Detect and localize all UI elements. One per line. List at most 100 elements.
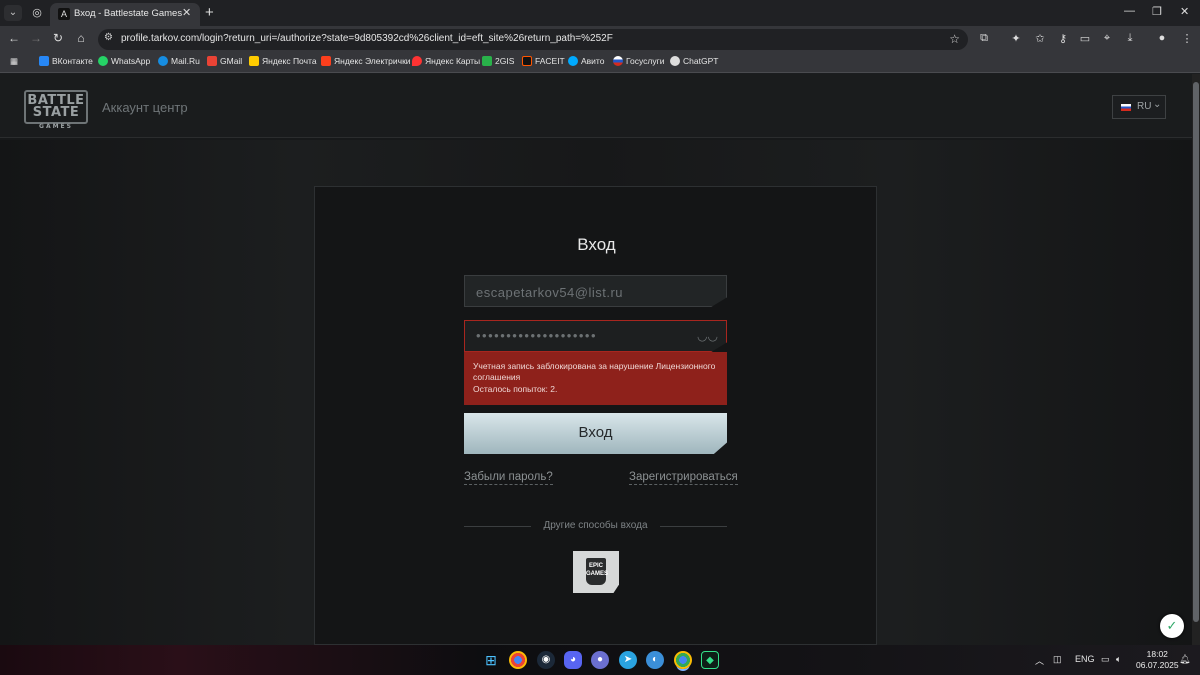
battlestate-logo[interactable]: BATTLE STATE GAMES <box>24 90 88 130</box>
tab-title: Вход - Battlestate Games <box>74 8 183 19</box>
bookmark-gosuslugi[interactable]: Госуслуги <box>613 56 664 66</box>
tab-search-button[interactable]: ⌄ <box>4 5 22 21</box>
email-value: escapetarkov54@list.ru <box>476 285 624 300</box>
windows-start-icon[interactable]: ⊞ <box>482 651 500 669</box>
bookmark-label: GMail <box>220 56 243 66</box>
profile-avatar-icon[interactable]: ● <box>1155 32 1169 44</box>
volume-icon[interactable]: 🔈︎ <box>1116 654 1121 665</box>
star-list-icon[interactable]: ✩ <box>1033 32 1047 45</box>
gmail-icon <box>207 56 217 66</box>
pinned-tab-whatsapp[interactable]: ◎ <box>28 4 46 22</box>
kaspersky-icon[interactable]: ◆ <box>701 651 719 669</box>
bookmark-star-icon[interactable]: ☆ <box>949 32 960 46</box>
gosuslugi-icon <box>613 56 623 66</box>
show-password-icon[interactable]: ◡◡ <box>697 329 718 343</box>
telegram-icon[interactable]: ➤ <box>619 651 637 669</box>
clock-time: 18:02 <box>1146 649 1168 659</box>
clock[interactable]: 18:02 06.07.2025 <box>1136 649 1179 671</box>
language-selector[interactable]: RU ⌄ <box>1112 95 1166 119</box>
whatsapp-icon: ◎ <box>32 7 42 19</box>
avito-icon <box>568 56 578 66</box>
chatgpt-icon <box>670 56 680 66</box>
tray-chevron-icon[interactable]: ︿ <box>1035 654 1044 667</box>
logo-line2: STATE <box>32 105 80 120</box>
error-line-2: соглашения <box>473 372 521 382</box>
keyboard-language[interactable]: ENG <box>1075 654 1095 664</box>
active-tab[interactable]: A Вход - Battlestate Games ✕ <box>50 3 200 26</box>
chrome-active-icon[interactable] <box>674 651 692 669</box>
password-value: •••••••••••••••••••• <box>476 328 598 343</box>
apps-grid-icon[interactable]: ▦ <box>10 56 18 67</box>
bookmark-label: ChatGPT <box>683 56 719 66</box>
bookmark-whatsapp[interactable]: WhatsApp <box>98 56 150 66</box>
browser-tab-strip: ⌄ ◎ A Вход - Battlestate Games ✕ + — ❐ ✕ <box>0 0 1200 26</box>
bookmark-label: 2GIS <box>495 56 515 66</box>
register-link[interactable]: Зарегистрироваться <box>629 471 738 485</box>
bookmark-gmail[interactable]: GMail <box>207 56 242 66</box>
app-icon[interactable]: ● <box>591 651 609 669</box>
browser-app-icon[interactable]: ◐ <box>646 651 664 669</box>
login-card: Вход escapetarkov54@list.ru ••••••••••••… <box>314 186 877 645</box>
chevron-down-icon: ⌄ <box>1153 99 1162 110</box>
card-icon[interactable]: ▭ <box>1078 32 1092 45</box>
password-field[interactable]: •••••••••••••••••••• ◡◡ <box>464 320 727 352</box>
email-field[interactable]: escapetarkov54@list.ru <box>464 275 727 307</box>
home-icon[interactable]: ⌂ <box>73 31 89 45</box>
bookmark-vk[interactable]: ВКонтакте <box>39 56 93 66</box>
error-message: Учетная запись заблокирована за нарушени… <box>464 352 727 405</box>
yandex-maps-icon <box>412 56 422 66</box>
discord-icon[interactable]: ◕ <box>564 651 582 669</box>
bookmark-label: ВКонтакте <box>52 56 93 66</box>
bookmark-label: Авито <box>581 56 605 66</box>
account-center-label: Аккаунт центр <box>102 100 188 115</box>
vk-icon <box>39 56 49 66</box>
bookmark-mailru[interactable]: Mail.Ru <box>158 56 200 66</box>
bookmark-label: Яндекс Карты <box>425 56 481 66</box>
notification-bell-icon[interactable]: 🔔︎ <box>1179 654 1190 665</box>
browser-toolbar: ← → ↻ ⌂ ⚙ profile.tarkov.com/login?retur… <box>0 26 1200 52</box>
bookmark-chatgpt[interactable]: ChatGPT <box>670 56 718 66</box>
back-icon[interactable]: ← <box>6 31 22 45</box>
new-tab-button[interactable]: + <box>205 4 214 21</box>
location-icon[interactable]: ⌖ <box>1100 32 1114 45</box>
language-code: RU <box>1137 101 1152 112</box>
site-info-icon[interactable]: ⚙ <box>104 32 113 43</box>
tab-close-icon[interactable]: ✕ <box>182 6 191 19</box>
address-bar[interactable]: ⚙ profile.tarkov.com/login?return_uri=/a… <box>98 29 968 50</box>
yandex-mail-icon <box>249 56 259 66</box>
password-key-icon[interactable]: ⚷ <box>1056 32 1070 45</box>
extension-icon[interactable]: ⧉ <box>977 32 991 45</box>
bookmark-yandex-maps[interactable]: Яндекс Карты <box>412 56 480 66</box>
close-window-icon[interactable]: ✕ <box>1180 5 1189 18</box>
extension-puzzle-icon[interactable]: ✦ <box>1009 32 1023 45</box>
bookmark-label: WhatsApp <box>111 56 151 66</box>
download-icon[interactable]: ⤓ <box>1123 32 1137 45</box>
login-button[interactable]: Вход <box>464 413 727 454</box>
network-icon[interactable]: ▭ <box>1101 654 1110 665</box>
bookmark-yandex-trains[interactable]: Яндекс Электрички <box>321 56 411 66</box>
bookmark-label: FACEIT <box>535 56 565 66</box>
url-text: profile.tarkov.com/login?return_uri=/aut… <box>121 33 613 44</box>
page-scrollbar[interactable] <box>1192 74 1200 645</box>
bookmark-label: Госуслуги <box>626 56 665 66</box>
steam-icon[interactable]: ◉ <box>537 651 555 669</box>
error-line-1: Учетная запись заблокирована за нарушени… <box>473 361 716 371</box>
logo-line3: GAMES <box>39 123 73 130</box>
bookmarks-bar: ▦ ВКонтакте WhatsApp Mail.Ru GMail Яндек… <box>0 52 1200 73</box>
forgot-password-link[interactable]: Забыли пароль? <box>464 471 553 485</box>
chrome-menu-icon[interactable]: ⋮ <box>1180 32 1194 45</box>
scrollbar-thumb[interactable] <box>1193 82 1199 622</box>
bookmark-faceit[interactable]: FACEIT <box>522 56 565 66</box>
bookmark-2gis[interactable]: 2GIS <box>482 56 514 66</box>
tray-app-icon[interactable]: ◫ <box>1053 654 1062 665</box>
tab-favicon-icon: A <box>58 8 70 20</box>
reload-icon[interactable]: ↻ <box>50 31 66 45</box>
bookmark-yandex-mail[interactable]: Яндекс Почта <box>249 56 317 66</box>
restore-icon[interactable]: ❐ <box>1152 5 1162 18</box>
chrome-icon[interactable] <box>509 651 527 669</box>
epic-games-login-button[interactable]: EPIC GAMES <box>573 551 619 593</box>
security-shield-icon[interactable]: ✓ <box>1160 614 1184 638</box>
forward-icon[interactable]: → <box>28 31 44 45</box>
minimize-icon[interactable]: — <box>1124 5 1135 17</box>
bookmark-avito[interactable]: Авито <box>568 56 604 66</box>
